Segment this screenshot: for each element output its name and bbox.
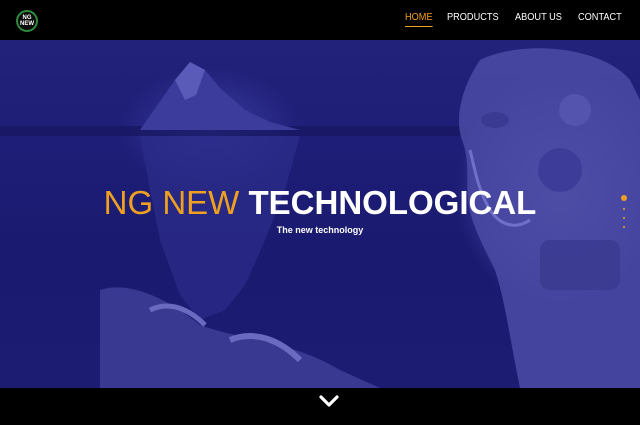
slide-indicator	[620, 195, 628, 228]
hero-title-light: NG NEW	[103, 184, 249, 221]
slide-dot-1[interactable]	[621, 195, 627, 201]
hero-banner: NG NEW TECHNOLOGICAL The new technology	[0, 40, 640, 388]
logo-line-2: NEW	[20, 21, 34, 27]
chevron-down-icon[interactable]	[318, 394, 340, 410]
nav-products[interactable]: PRODUCTS	[447, 12, 499, 27]
slide-dot-4[interactable]	[623, 226, 625, 228]
nav-about-us[interactable]: ABOUT US	[515, 12, 562, 27]
slide-dot-3[interactable]	[623, 217, 625, 219]
slide-dot-2[interactable]	[623, 208, 625, 210]
nav-home[interactable]: HOME	[405, 12, 433, 27]
hero-title: NG NEW TECHNOLOGICAL	[0, 183, 640, 223]
nav-contact[interactable]: CONTACT	[578, 12, 622, 27]
logo[interactable]: NG NEW	[16, 10, 38, 32]
footer-bar	[0, 388, 640, 425]
hero-title-bold: TECHNOLOGICAL	[248, 184, 537, 221]
main-nav: HOME PRODUCTS ABOUT US CONTACT	[405, 12, 626, 27]
site-header: NG NEW HOME PRODUCTS ABOUT US CONTACT	[0, 0, 640, 40]
hero-subtitle: The new technology	[276, 225, 364, 235]
